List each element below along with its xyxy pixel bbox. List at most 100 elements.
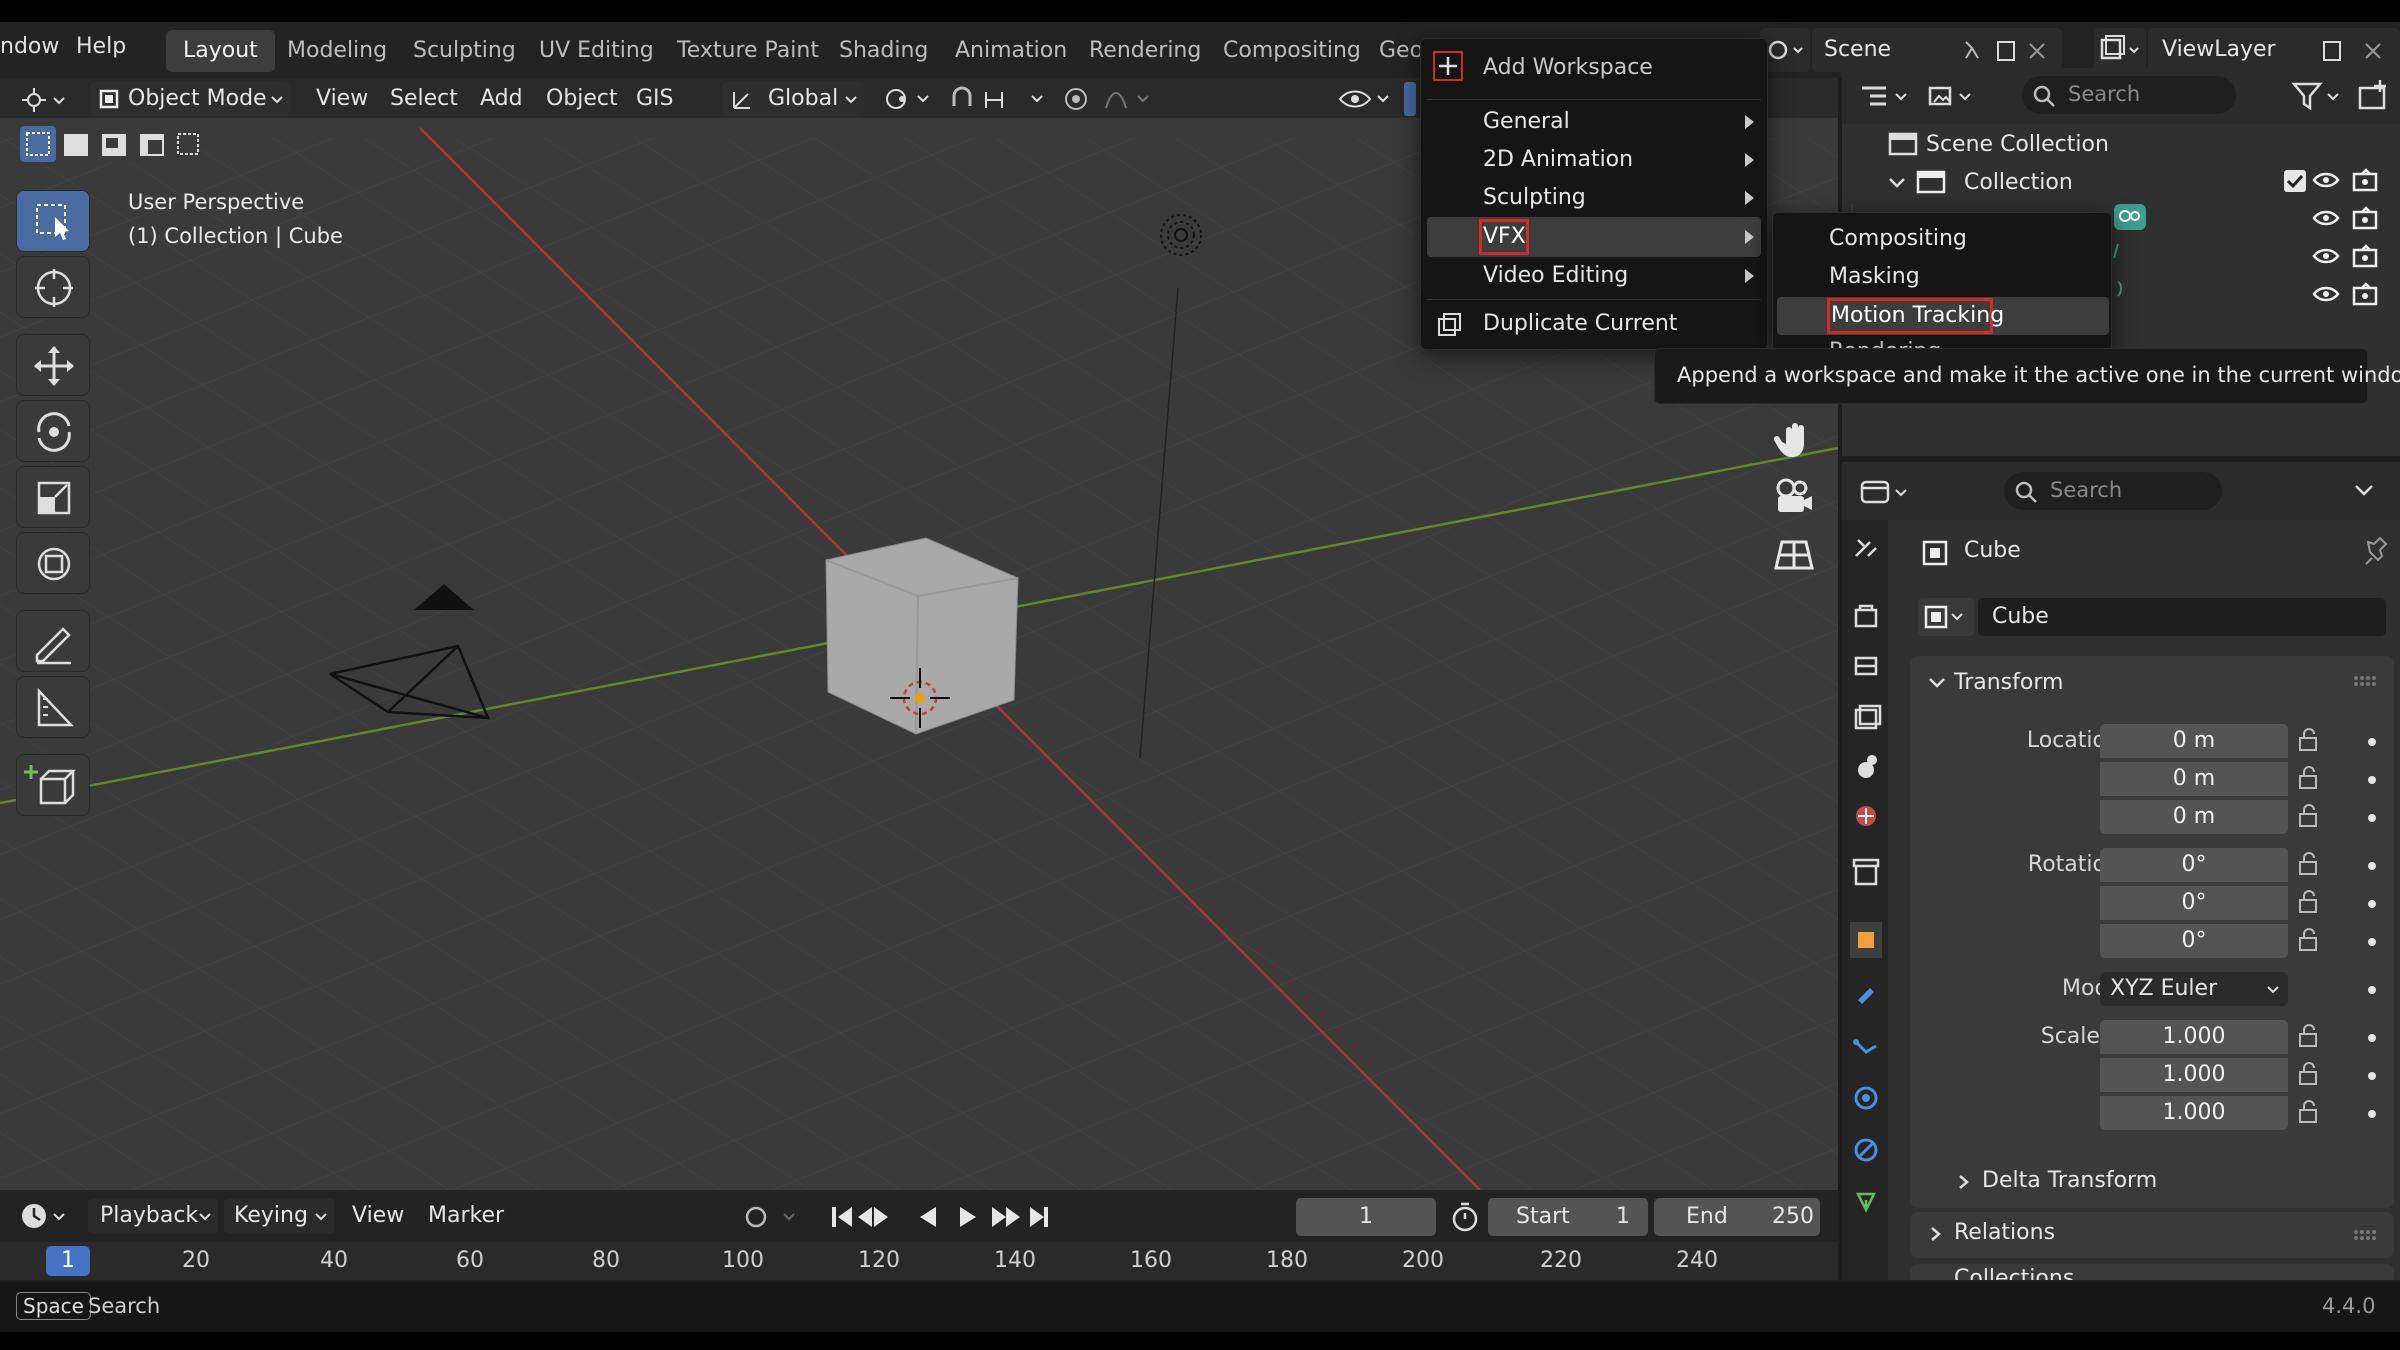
menu-item-2d-animation[interactable]: 2D Animation [1427,141,1761,179]
menu-item-compositing[interactable]: Compositing [1773,221,2111,257]
chevron-down-icon[interactable] [2352,480,2376,500]
filter-button[interactable] [2288,78,2350,114]
lock-and-keyframe-icons[interactable] [2294,728,2384,1138]
scale-tool[interactable] [16,466,90,528]
object-datablock-browse[interactable] [1918,598,1974,636]
tab-uv-editing[interactable]: UV Editing [522,30,671,72]
move-tool[interactable] [16,334,90,396]
object-name-field[interactable]: Cube [1978,598,2386,636]
collection-label[interactable]: Collection [1964,170,2073,195]
properties-search-input[interactable]: Search [2004,472,2222,510]
transform-panel-title[interactable]: Transform [1954,670,2063,695]
cursor-tool[interactable] [16,256,90,318]
tab-shading[interactable]: Shading [822,30,945,72]
scene-selector[interactable]: Scene [1812,28,2062,72]
tab-texture-paint[interactable]: Texture Paint [660,30,836,72]
light-object[interactable] [1156,210,1206,260]
menu-window[interactable]: ndow [0,34,59,59]
gizmo-toggle-button[interactable] [1404,82,1416,116]
tab-animation[interactable]: Animation [938,30,1084,72]
select-box-tool[interactable] [16,190,90,252]
selection-mode-buttons[interactable] [20,126,202,164]
annotate-tool[interactable] [16,610,90,672]
chevron-down-icon[interactable] [1886,172,1908,194]
snapping-controls[interactable] [946,82,1056,116]
chevron-right-icon[interactable] [1954,1172,1974,1192]
properties-editor-type-button[interactable] [1856,474,1916,510]
menu-add[interactable]: Add [480,86,523,111]
menu-item-video-editing[interactable]: Video Editing [1427,257,1761,295]
rotation-mode-dropdown[interactable]: XYZ Euler [2100,972,2288,1006]
scene-collection-label[interactable]: Scene Collection [1926,132,2109,157]
transform-orientation-selector[interactable]: Global [722,82,864,116]
menu-item-masking[interactable]: Masking [1773,259,2111,295]
scale-x-field[interactable]: 1.000 [2100,1020,2288,1054]
playback-controls[interactable] [826,1200,1056,1234]
new-collection-button[interactable] [2356,78,2392,114]
camera-view-button[interactable] [1768,470,1820,522]
rotation-y-field[interactable]: 0° [2100,886,2288,920]
editor-type-button[interactable] [18,82,76,116]
drag-handle-icon[interactable] [2352,674,2376,690]
pivot-point-selector[interactable] [880,82,936,116]
tab-compositing[interactable]: Compositing [1206,30,1378,72]
menu-view[interactable]: View [316,86,368,111]
properties-tab-icons[interactable] [1850,530,1882,1330]
tab-rendering[interactable]: Rendering [1072,30,1218,72]
collections-panel-title[interactable]: Collections [1954,1266,2074,1280]
relations-panel-title[interactable]: Relations [1954,1220,2055,1245]
pin-icon[interactable] [2362,536,2392,566]
drag-handle-icon[interactable] [2352,1228,2376,1244]
collections-panel[interactable]: Collections [1910,1264,2394,1280]
viewlayer-selector[interactable]: ViewLayer [2148,28,2400,72]
mode-selector[interactable]: Object Mode [90,82,290,116]
menu-item-duplicate-current[interactable]: Duplicate Current [1427,305,1761,343]
location-x-field[interactable]: 0 m [2100,724,2288,758]
tab-modeling[interactable]: Modeling [270,30,404,72]
pan-view-button[interactable] [1768,412,1820,464]
timeline-editor-type-button[interactable] [16,1198,76,1234]
chevron-down-icon[interactable] [1926,672,1948,694]
perspective-toggle-button[interactable] [1768,528,1820,580]
location-z-field[interactable]: 0 m [2100,800,2288,834]
menu-item-general[interactable]: General [1427,103,1761,141]
menu-item-vfx[interactable]: VFX [1427,217,1761,257]
scale-z-field[interactable]: 1.000 [2100,1096,2288,1130]
rotate-tool[interactable] [16,400,90,462]
tab-layout[interactable]: Layout [166,30,275,72]
menu-select[interactable]: Select [390,86,458,111]
transform-tool[interactable] [16,532,90,594]
menu-object[interactable]: Object [546,86,618,111]
rotation-x-field[interactable]: 0° [2100,848,2288,882]
add-cube-tool[interactable] [16,754,90,816]
viewlayer-browse-button[interactable] [2094,28,2146,72]
chevron-right-icon[interactable] [1926,1224,1946,1244]
rotation-z-field[interactable]: 0° [2100,924,2288,958]
tab-sculpting[interactable]: Sculpting [396,30,533,72]
menu-gis[interactable]: GIS [636,86,674,111]
outliner-editor-type-button[interactable] [1856,78,1916,114]
collection-exclude-checkbox[interactable] [2284,170,2306,192]
camera-object[interactable] [320,498,560,748]
scale-y-field[interactable]: 1.000 [2100,1058,2288,1092]
timeline-view-menu[interactable]: View [352,1203,404,1228]
delta-transform-subpanel[interactable]: Delta Transform [1982,1168,2157,1193]
keying-menu[interactable]: Keying [224,1198,334,1234]
proportional-editing-controls[interactable] [1060,82,1160,116]
visibility-selector[interactable] [1336,82,1396,116]
playhead-frame[interactable]: 1 [46,1246,90,1276]
menu-help[interactable]: Help [76,34,126,59]
start-frame-field[interactable]: Start 1 [1488,1198,1648,1236]
frame-ruler[interactable]: 1 20 40 60 80 100 120 140 160 180 200 22… [0,1242,1838,1280]
current-frame-field[interactable]: 1 [1296,1198,1436,1236]
visibility-toggles[interactable] [2310,168,2390,344]
end-frame-field[interactable]: End 250 [1654,1198,1820,1236]
stopwatch-icon[interactable] [1448,1200,1482,1234]
auto-keying-toggle[interactable] [738,1202,808,1232]
location-y-field[interactable]: 0 m [2100,762,2288,796]
measure-tool[interactable] [16,676,90,738]
menu-item-motion-tracking[interactable]: Motion Tracking [1777,297,2109,335]
outliner-search-input[interactable]: Search [2022,76,2236,114]
playback-menu[interactable]: Playback [88,1198,218,1234]
menu-item-sculpting[interactable]: Sculpting [1427,179,1761,217]
